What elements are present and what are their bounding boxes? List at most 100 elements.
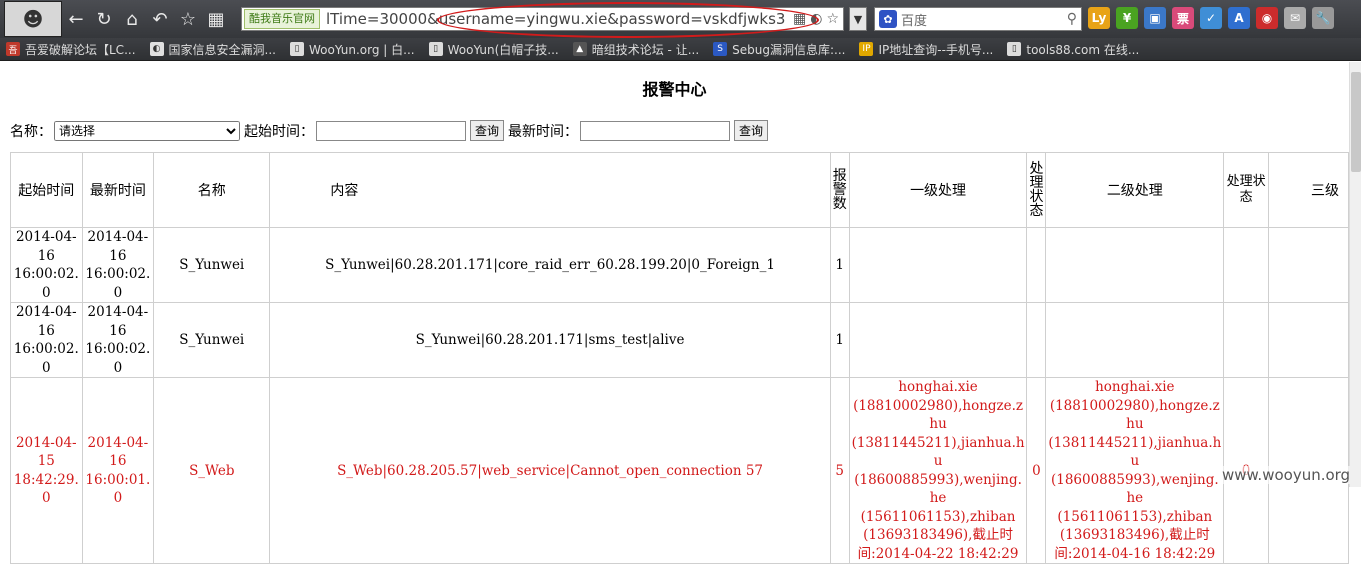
reload-icon[interactable]: ↻ (90, 5, 118, 33)
scrollbar-thumb[interactable] (1351, 72, 1361, 172)
page-content: 报警中心 名称： 请选择 起始时间： 查询 最新时间： 查询 起始时间 最新时间… (0, 62, 1350, 564)
bookmark-label: 吾爱破解论坛【LC... (25, 42, 136, 57)
bookmark-item[interactable]: ▯ tools88.com 在线... (1007, 41, 1139, 58)
query-button-start[interactable]: 查询 (470, 120, 505, 141)
name-label: 名称： (10, 123, 52, 140)
bookmark-item[interactable]: ▯ WooYun.org | 白... (289, 41, 415, 58)
cell-start-time: 2014-04-15 18:42:29.0 (10, 377, 83, 564)
address-dropdown-icon[interactable]: ▼ (849, 7, 867, 31)
cell-status2 (1223, 227, 1269, 303)
compat-mode-icon[interactable]: ◐ (810, 11, 822, 27)
cell-name: S_Yunwei (153, 227, 271, 303)
bookmark-label: WooYun(白帽子技... (447, 42, 559, 57)
site-badge[interactable]: 酷我音乐官网 (244, 9, 320, 29)
bookmark-favicon-icon: ▯ (289, 42, 304, 56)
header-level2: 二级处理 (1045, 152, 1225, 228)
cell-alarm-count: 1 (829, 227, 850, 303)
query-button-latest[interactable]: 查询 (734, 120, 769, 141)
start-time-label: 起始时间： (244, 123, 314, 140)
search-input[interactable]: 百度 (901, 10, 1067, 29)
search-box[interactable]: ✿ 百度 ⚲ (874, 7, 1082, 31)
bookmark-label: Sebug漏洞信息库:... (732, 42, 846, 57)
bookmark-label: WooYun.org | 白... (308, 42, 415, 57)
back-icon[interactable]: ← (62, 5, 90, 33)
extension-icon[interactable]: ¥ (1116, 7, 1138, 29)
page-title: 报警中心 (642, 80, 707, 99)
extension-icon[interactable]: ✉ (1284, 7, 1306, 29)
cell-level3 (1267, 227, 1350, 303)
cell-alarm-count: 1 (829, 302, 850, 378)
cell-level1 (848, 302, 1028, 378)
profile-avatar[interactable]: ☻ (4, 1, 62, 37)
extension-icon[interactable]: Ly (1088, 7, 1110, 29)
extension-icon[interactable]: ▣ (1144, 7, 1166, 29)
bookmark-favicon-icon: S (713, 42, 728, 56)
cell-level2 (1045, 302, 1225, 378)
qr-icon[interactable]: ▦ (793, 11, 806, 27)
header-name: 名称 (153, 152, 271, 228)
bookmarks-bar: 吾吾爱破解论坛【LC... ◐ 国家信息安全漏洞... ▯ WooYun.org | 白… (0, 38, 1361, 61)
bookmark-item[interactable]: ▲ 暗组技术论坛 - 让... (572, 41, 699, 58)
table-row[interactable]: 2014-04-15 18:42:29.0 2014-04-16 16:00:01… (10, 377, 1350, 564)
vertical-scrollbar[interactable] (1349, 62, 1361, 487)
cell-status1 (1026, 227, 1047, 303)
cell-level2: honghai.xie (18810002980),hongze.zhu (13… (1045, 377, 1225, 564)
cell-content: S_Yunwei|60.28.201.171|core_raid_err_60.… (269, 227, 831, 303)
extension-icon[interactable]: A (1228, 7, 1250, 29)
home-icon[interactable]: ⌂ (118, 5, 146, 33)
bookmark-label: 国家信息安全漏洞... (168, 42, 276, 57)
header-latest-time: 最新时间 (81, 152, 155, 228)
cell-latest-time: 2014-04-16 16:00:02.0 (81, 302, 155, 378)
bookmark-label: tools88.com 在线... (1026, 42, 1140, 57)
extension-icons: Ly ¥ ▣ 票 ✓ A ◉ ✉ 🔧 (1088, 7, 1334, 29)
extension-icon[interactable]: 票 (1172, 7, 1194, 29)
cell-status2 (1223, 302, 1269, 378)
latest-time-label: 最新时间： (508, 123, 579, 140)
apps-icon[interactable]: ▦ (202, 5, 230, 33)
address-bar[interactable]: 酷我音乐官网 lTime=30000&username=yingwu.xie&p… (241, 7, 844, 31)
favorite-star-icon[interactable]: ☆ (826, 11, 839, 27)
bookmark-item[interactable]: 吾吾爱破解论坛【LC... (6, 41, 136, 58)
cell-latest-time: 2014-04-16 16:00:01.0 (81, 377, 155, 564)
bookmark-favicon-icon: ◐ (149, 42, 164, 56)
bookmark-item[interactable]: ◐ 国家信息安全漏洞... (149, 41, 276, 58)
bookmark-item[interactable]: S Sebug漏洞信息库:... (713, 41, 845, 58)
cell-content: S_Web|60.28.205.57|web_service|Cannot_op… (269, 377, 831, 564)
cell-level2 (1045, 227, 1225, 303)
latest-time-input[interactable] (580, 120, 731, 141)
cell-start-time: 2014-04-16 16:00:02.0 (10, 227, 83, 303)
bookmark-favicon-icon: ▯ (1007, 42, 1022, 56)
start-time-input[interactable] (316, 120, 466, 141)
extension-icon[interactable]: 🔧 (1312, 7, 1334, 29)
header-level1: 一级处理 (848, 152, 1028, 228)
url-text[interactable]: lTime=30000&username=yingwu.xie&password… (320, 10, 793, 28)
header-level3: 三级 (1267, 152, 1350, 228)
bookmark-favicon-icon: ▯ (428, 42, 443, 56)
cell-alarm-count: 5 (829, 377, 850, 564)
extension-icon[interactable]: ◉ (1256, 7, 1278, 29)
header-status1: 处理状态 (1026, 152, 1047, 228)
bookmark-label: IP地址查询--手机号... (878, 42, 994, 57)
search-icon[interactable]: ⚲ (1067, 11, 1081, 27)
bookmark-item[interactable]: ▯ WooYun(白帽子技... (428, 41, 559, 58)
bookmark-item[interactable]: IP IP地址查询--手机号... (859, 41, 993, 58)
extension-icon[interactable]: ✓ (1200, 7, 1222, 29)
table-row[interactable]: 2014-04-16 16:00:02.0 2014-04-16 16:00:02… (10, 302, 1350, 378)
undo-icon[interactable]: ↶ (146, 5, 174, 33)
bookmark-favicon-icon: IP (859, 42, 874, 56)
cell-name: S_Yunwei (153, 302, 271, 378)
table-row[interactable]: 2014-04-16 16:00:02.0 2014-04-16 16:00:02… (10, 227, 1350, 303)
name-select[interactable]: 请选择 (54, 120, 240, 141)
cell-start-time: 2014-04-16 16:00:02.0 (10, 302, 83, 378)
baidu-paw-icon[interactable]: ✿ (879, 10, 897, 28)
header-start-time: 起始时间 (10, 152, 83, 228)
cell-latest-time: 2014-04-16 16:00:02.0 (81, 227, 155, 303)
watermark: www.wooyun.org (1222, 466, 1351, 484)
cell-status1 (1026, 302, 1047, 378)
header-content: 内容 (269, 152, 831, 228)
header-alarm-count: 报警数 (829, 152, 850, 228)
filter-bar: 名称： 请选择 起始时间： 查询 最新时间： 查询 (10, 120, 772, 141)
header-status2: 处理状态 (1223, 152, 1269, 228)
cell-status1: 0 (1026, 377, 1047, 564)
bookmark-star-icon[interactable]: ☆ (174, 5, 202, 33)
